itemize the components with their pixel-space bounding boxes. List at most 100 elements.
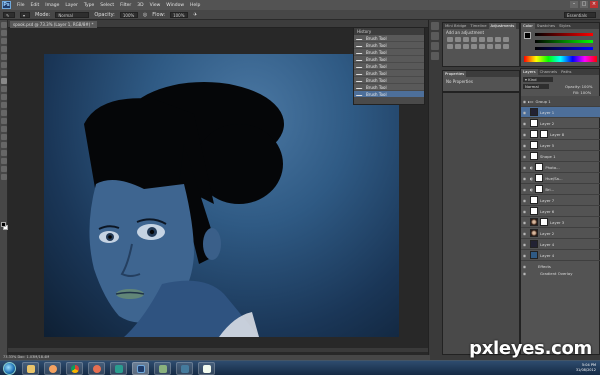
eye-icon[interactable]: ◉ — [521, 99, 528, 104]
history-state[interactable]: Brush Tool — [354, 56, 424, 63]
taskbar-explorer[interactable] — [22, 362, 39, 375]
menu-edit[interactable]: Edit — [31, 3, 40, 8]
hue-saturation-icon[interactable] — [487, 37, 493, 42]
threshold-icon[interactable] — [487, 44, 493, 49]
history-panel-title[interactable]: History — [354, 28, 424, 35]
tab-mini-bridge[interactable]: Mini Bridge — [443, 23, 468, 29]
clone-stamp-tool-icon[interactable] — [1, 86, 7, 92]
layer-row[interactable]: ◉ Shape 1 — [521, 151, 600, 162]
taskbar-photoshop[interactable] — [132, 362, 149, 375]
eye-icon[interactable]: ◉ — [521, 231, 528, 236]
quick-select-tool-icon[interactable] — [1, 46, 7, 52]
tab-layers[interactable]: Layers — [521, 69, 538, 75]
eye-icon[interactable]: ◉ — [521, 198, 528, 203]
lasso-tool-icon[interactable] — [1, 38, 7, 44]
zoom-tool-icon[interactable] — [1, 174, 7, 180]
history-state[interactable]: Brush Tool — [354, 70, 424, 77]
levels-icon[interactable] — [455, 37, 461, 42]
menu-type[interactable]: Type — [84, 3, 94, 8]
blue-slider[interactable] — [535, 47, 593, 50]
layer-opacity-value[interactable]: 100% — [582, 84, 593, 89]
red-slider[interactable] — [535, 33, 593, 36]
current-color-swatch[interactable] — [524, 32, 531, 39]
tab-channels[interactable]: Channels — [538, 69, 560, 75]
move-tool-icon[interactable] — [1, 22, 7, 28]
brightness-icon[interactable] — [447, 37, 453, 42]
shape-tool-icon[interactable] — [1, 158, 7, 164]
tablet-pressure-icon[interactable]: ◎ — [143, 12, 147, 18]
layer-row[interactable]: ◉ Layer 4 — [521, 250, 600, 261]
color-lookup-icon[interactable] — [463, 44, 469, 49]
menu-window[interactable]: Window — [166, 3, 184, 8]
paragraph-panel-icon[interactable] — [431, 52, 439, 60]
color-balance-icon[interactable] — [495, 37, 501, 42]
layer-row[interactable]: ◉ Layer 7 — [521, 195, 600, 206]
eye-icon[interactable]: ◉ — [521, 121, 528, 126]
layer-row[interactable]: ◉ Layer 3 — [521, 217, 600, 228]
tab-swatches[interactable]: Swatches — [535, 23, 557, 29]
history-state[interactable]: Brush Tool — [354, 35, 424, 42]
eye-icon[interactable]: ◉ — [521, 271, 528, 276]
opacity-field[interactable]: 100% — [119, 11, 138, 18]
history-state-current[interactable]: Brush Tool — [354, 91, 424, 98]
selective-color-icon[interactable] — [503, 44, 509, 49]
eye-icon[interactable]: ◉ — [521, 242, 528, 247]
marquee-tool-icon[interactable] — [1, 30, 7, 36]
exposure-icon[interactable] — [471, 37, 477, 42]
menu-3d[interactable]: 3D — [137, 3, 143, 8]
flow-field[interactable]: 100% — [170, 11, 189, 18]
gradient-tool-icon[interactable] — [1, 110, 7, 116]
menu-image[interactable]: Image — [45, 3, 59, 8]
layer-row[interactable]: ◉ ▸▭ Group 1 — [521, 96, 600, 107]
foreground-color-swatch[interactable] — [1, 222, 6, 227]
history-state[interactable]: Brush Tool — [354, 84, 424, 91]
menu-filter[interactable]: Filter — [120, 3, 131, 8]
green-slider[interactable] — [535, 40, 593, 43]
layer-fill-value[interactable]: 100% — [580, 90, 591, 95]
layer-row[interactable]: ◉ ◐ Bri... — [521, 184, 600, 195]
pen-tool-icon[interactable] — [1, 134, 7, 140]
path-select-tool-icon[interactable] — [1, 150, 7, 156]
history-state[interactable]: Brush Tool — [354, 77, 424, 84]
layer-row[interactable]: ◉ Layer 6 — [521, 206, 600, 217]
tab-color[interactable]: Color — [521, 23, 535, 29]
layer-row[interactable]: ◉ Layer 2 — [521, 228, 600, 239]
blur-tool-icon[interactable] — [1, 118, 7, 124]
blend-mode-select[interactable]: Normal — [523, 84, 549, 89]
eraser-tool-icon[interactable] — [1, 102, 7, 108]
brush-tool-icon[interactable] — [1, 78, 7, 84]
menu-layer[interactable]: Layer — [65, 3, 78, 8]
eye-icon[interactable]: ◉ — [521, 209, 528, 214]
layer-row-selected[interactable]: ◉ Layer 1 — [521, 107, 600, 118]
history-brush-tool-icon[interactable] — [1, 94, 7, 100]
history-panel-icon[interactable] — [431, 22, 439, 30]
hand-tool-icon[interactable] — [1, 166, 7, 172]
document-tab[interactable]: spook.psd @ 73.3% (Layer 1, RGB/8#) * — [10, 21, 97, 28]
eye-icon[interactable]: ◉ — [521, 110, 528, 115]
taskbar-chrome[interactable] — [66, 362, 83, 375]
menu-file[interactable]: File — [17, 3, 25, 8]
taskbar-app[interactable] — [176, 362, 193, 375]
eye-icon[interactable]: ◉ — [521, 253, 528, 258]
eye-icon[interactable]: ◉ — [521, 187, 528, 192]
taskbar-firefox[interactable] — [88, 362, 105, 375]
mode-select[interactable]: Normal — [55, 11, 90, 18]
tab-adjustments[interactable]: Adjustments — [488, 23, 517, 29]
invert-icon[interactable] — [471, 44, 477, 49]
taskbar-app[interactable] — [198, 362, 215, 375]
black-white-icon[interactable] — [503, 37, 509, 42]
brush-panel-icon[interactable] — [431, 32, 439, 40]
artwork-canvas[interactable] — [44, 54, 399, 337]
minimize-icon[interactable]: – — [570, 1, 578, 8]
maximize-icon[interactable]: □ — [580, 1, 588, 8]
eye-icon[interactable]: ◉ — [521, 154, 528, 159]
brush-size-picker[interactable]: ▾ — [20, 11, 30, 18]
start-button[interactable] — [3, 362, 16, 375]
character-panel-icon[interactable] — [431, 42, 439, 50]
history-state[interactable]: Brush Tool — [354, 49, 424, 56]
type-tool-icon[interactable] — [1, 142, 7, 148]
layer-row[interactable]: ◉ ◐ Photo... — [521, 162, 600, 173]
dodge-tool-icon[interactable] — [1, 126, 7, 132]
taskbar-app[interactable] — [110, 362, 127, 375]
workspace-select[interactable]: Essentials — [564, 12, 596, 18]
